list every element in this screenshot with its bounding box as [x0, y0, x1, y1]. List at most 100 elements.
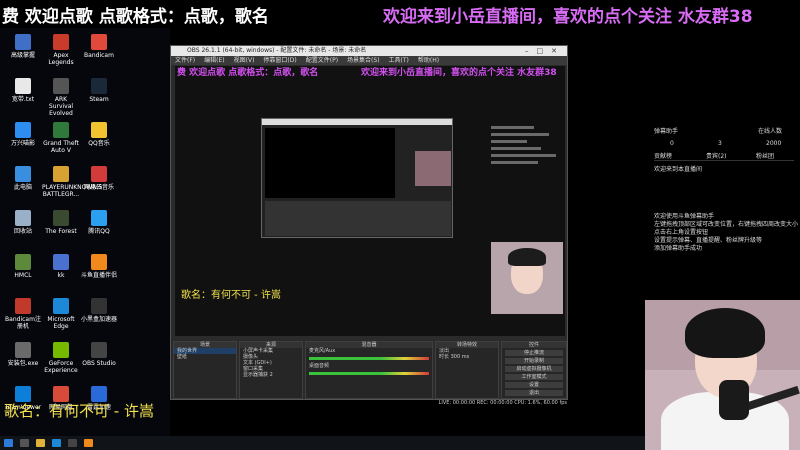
app-icon	[15, 254, 31, 270]
desktop-icon[interactable]: PLAYERUNKNOWN'S BATTLEGR...	[42, 166, 103, 198]
app-icon	[15, 210, 31, 226]
obs-status-bar: LIVE: 00:00:00 REC: 00:00:00 CPU: 1.6%, …	[438, 400, 567, 406]
tab-vip[interactable]: 贵宾(2)	[706, 151, 727, 160]
app-icon	[53, 210, 69, 226]
start-icon[interactable]	[4, 439, 13, 447]
duration-input[interactable]: 300 ms	[451, 354, 470, 360]
app-icon	[91, 210, 107, 226]
app-icon	[91, 122, 107, 138]
app-icon	[53, 298, 69, 314]
menu-item[interactable]: 编辑(E)	[204, 57, 224, 64]
obs-icon[interactable]	[68, 439, 77, 447]
desktop-icon[interactable]: The Forest	[42, 210, 80, 235]
edge-icon[interactable]	[52, 439, 61, 447]
desktop-icon[interactable]: 回收站	[4, 210, 42, 235]
desktop-icon[interactable]: 宽带.txt	[4, 78, 42, 103]
desktop-icon-label: 小黑盒加速器	[80, 316, 117, 323]
app-icon	[53, 34, 69, 50]
menu-item[interactable]: 场景集合(S)	[347, 57, 380, 64]
desktop-icon[interactable]: 安装包.exe	[4, 342, 42, 367]
desktop-icon-label: QQ音乐	[88, 140, 110, 147]
obs-preview[interactable]: 费 欢迎点歌 点歌格式：点歌，歌名 欢迎来到小岳直播间，喜欢的点个关注 水友群3…	[175, 66, 565, 336]
online-count-label: 在线人数	[758, 128, 783, 135]
app-icon	[91, 298, 107, 314]
desktop-icon-label: GeForce Experience	[44, 360, 78, 374]
desktop-icon[interactable]: 斗鱼直播伴侣	[80, 254, 118, 279]
desktop-icon[interactable]: QQ音乐	[80, 122, 118, 147]
app-icon	[15, 342, 31, 358]
desktop-icon[interactable]: GeForce Experience	[42, 342, 80, 374]
desktop-icon[interactable]: 腾讯QQ	[80, 210, 118, 235]
desktop-icon[interactable]: OBS Studio	[80, 342, 118, 367]
audio-meter	[309, 357, 429, 360]
desktop-icon[interactable]: ARK Survival Evolved	[42, 78, 80, 117]
desktop-icon[interactable]: Steam	[80, 78, 118, 103]
desktop-icon-label: Bandicam	[84, 52, 114, 59]
app-icon	[91, 254, 107, 270]
desktop-icon[interactable]: kk	[42, 254, 80, 279]
audio-meter	[309, 372, 429, 375]
sources-dock: 来源 小屏声卡采集 摄像头 文本 (GDI+) 窗口采集 显示器捕获 2	[239, 341, 303, 399]
preview-cam-small	[415, 151, 451, 186]
scene-item[interactable]: 壁纸	[174, 354, 236, 360]
desktop-icon[interactable]: 小黑盒加速器	[80, 298, 118, 323]
studio-mode-button[interactable]: 工作室模式	[505, 374, 563, 380]
stat-value: 3	[718, 140, 722, 147]
scenes-dock: 场景 我的世界 壁纸	[173, 341, 237, 399]
obs-menu-bar[interactable]: 文件(F) 编辑(E) 视图(V) 停靠窗口(D) 配置文件(P) 场景集合(S) 工具(T…	[171, 56, 567, 65]
app-icon	[15, 78, 31, 94]
exit-button[interactable]: 退出	[505, 390, 563, 396]
stat-value: 2000	[766, 140, 782, 147]
desktop-icon-label: Bandicam注册机	[5, 316, 41, 330]
desktop: 高级掌握 Apex Legends Bandicam 宽带.txt ARK Surviv…	[0, 28, 170, 436]
desktop-icon[interactable]: Bandicam注册机	[4, 298, 42, 330]
menu-item[interactable]: 帮助(H)	[418, 57, 439, 64]
preview-banner: 费 欢迎点歌 点歌格式：点歌，歌名 欢迎来到小岳直播间，喜欢的点个关注 水友群3…	[175, 66, 565, 80]
start-recording-button[interactable]: 开始录制	[505, 358, 563, 364]
transitions-dock: 转场特效 淡出 时长 300 ms	[435, 341, 499, 399]
desktop-icon[interactable]: Apex Legends	[42, 34, 80, 66]
app-icon	[53, 122, 69, 138]
obs-title-bar[interactable]: OBS 26.1.1 (64-bit, windows) - 配置文件: 未命名…	[171, 46, 567, 56]
desktop-icon[interactable]: Bandicam	[80, 34, 118, 59]
menu-item[interactable]: 工具(T)	[389, 57, 409, 64]
folder-icon[interactable]	[36, 439, 45, 447]
desktop-icon-label: 腾讯QQ	[88, 228, 110, 235]
menu-item[interactable]: 视图(V)	[234, 57, 255, 64]
settings-button[interactable]: 设置	[505, 382, 563, 388]
desktop-icon[interactable]: 高级掌握	[4, 34, 42, 59]
search-icon[interactable]	[20, 439, 29, 447]
desktop-icon-label: 万兴喵影	[10, 140, 35, 147]
preview-banner-left: 费 欢迎点歌 点歌格式：点歌，歌名	[177, 68, 319, 78]
webcam-overlay	[645, 300, 800, 450]
app-icon	[15, 166, 31, 182]
douyu-icon[interactable]	[84, 439, 93, 447]
menu-item[interactable]: 配置文件(P)	[306, 57, 338, 64]
menu-item[interactable]: 文件(F)	[175, 57, 195, 64]
desktop-icon-label: 安装包.exe	[7, 360, 39, 367]
marquee-banner: 费 欢迎点歌 点歌格式：点歌，歌名 欢迎来到小岳直播间，喜欢的点个关注 水友群3…	[0, 0, 800, 28]
desktop-icon-label: PLAYERUNKNOWN'S BATTLEGR...	[42, 184, 103, 198]
desktop-icon[interactable]: 此电脑	[4, 166, 42, 191]
obs-window[interactable]: OBS 26.1.1 (64-bit, windows) - 配置文件: 未命名…	[170, 45, 568, 406]
desktop-icon[interactable]: 网易云音乐	[80, 166, 118, 191]
app-icon	[91, 342, 107, 358]
desktop-icon[interactable]: 万兴喵影	[4, 122, 42, 147]
obs-title-text: OBS 26.1.1 (64-bit, windows) - 配置文件: 未命名…	[187, 47, 367, 54]
menu-item[interactable]: 停靠窗口(D)	[263, 57, 296, 64]
desktop-icon-label: The Forest	[45, 228, 77, 235]
stop-stream-button[interactable]: 停止推流	[505, 350, 563, 356]
desktop-icon[interactable]: Microsoft Edge	[42, 298, 80, 330]
desktop-icon-label: 网易云音乐	[83, 184, 114, 191]
app-icon	[91, 166, 107, 182]
virtual-camera-button[interactable]: 启动虚拟摄像机	[505, 366, 563, 372]
banner-left-text: 费 欢迎点歌 点歌格式：点歌，歌名	[2, 7, 269, 27]
tab-fans[interactable]: 粉丝团	[756, 151, 774, 160]
desktop-icon[interactable]: Grand Theft Auto V	[42, 122, 80, 154]
source-item[interactable]: 显示器捕获 2	[240, 372, 302, 378]
tab-contribution[interactable]: 贡献榜	[654, 151, 672, 160]
desktop-icon[interactable]: HMCL	[4, 254, 42, 279]
desktop-icon-label: 斗鱼直播伴侣	[80, 272, 117, 279]
window-controls[interactable]: –□✕	[525, 46, 565, 56]
preview-banner-right: 欢迎来到小岳直播间，喜欢的点个关注 水友群38	[361, 68, 557, 78]
